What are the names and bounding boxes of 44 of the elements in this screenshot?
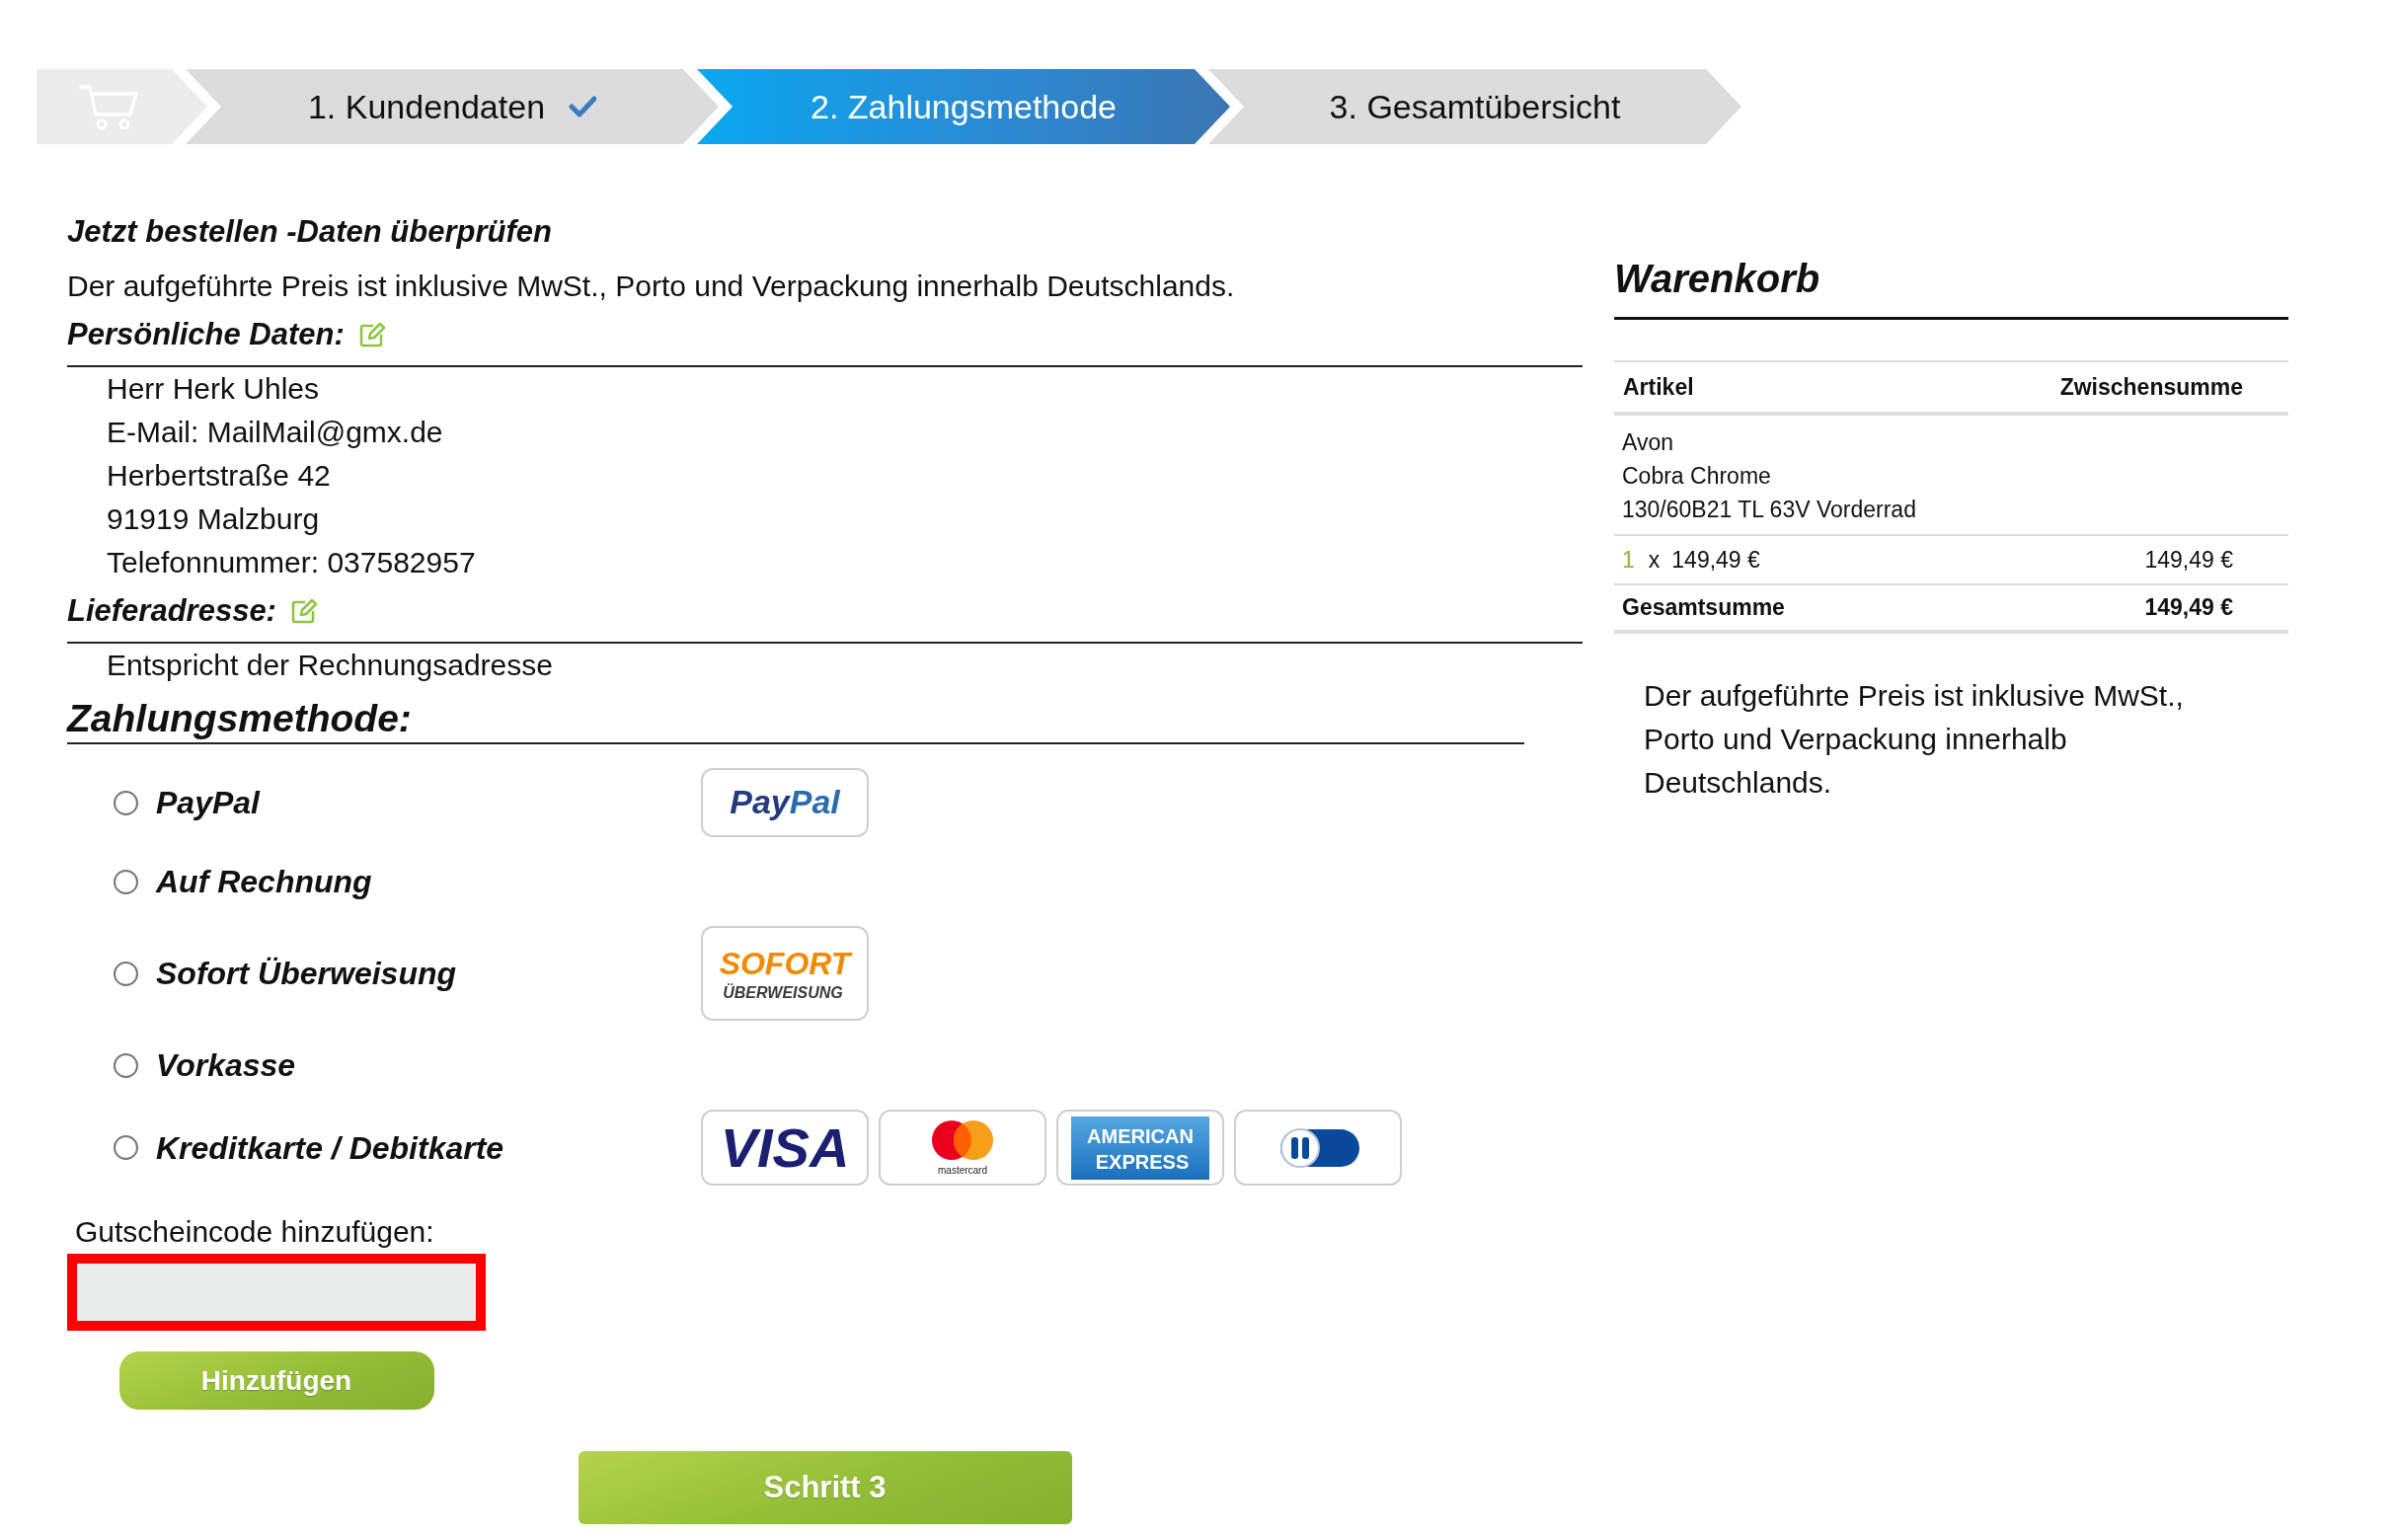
subtotal-cell: 149,49 € [1903, 535, 2288, 584]
radio-button[interactable] [114, 1135, 138, 1160]
payment-method-label[interactable]: Vorkasse [156, 1045, 296, 1085]
payment-method-label[interactable]: Auf Rechnung [156, 862, 372, 901]
radio-button[interactable] [114, 869, 138, 894]
item-name-line: Cobra Chrome [1622, 459, 1771, 493]
payment-method-label[interactable]: Kreditkarte / Debitkarte [156, 1127, 504, 1168]
item-name-line: 130/60B21 TL 63V Vorderrad [1622, 493, 1916, 526]
multiply-sign: x [1648, 546, 1661, 573]
total-label: Gesamtsumme [1614, 584, 1904, 632]
progress-step[interactable]: 1. Kundendaten [186, 69, 719, 144]
radio-button[interactable] [114, 961, 138, 986]
price-note: Der aufgeführte Preis ist inklusive MwSt., Porto und Verpackung innerhalb Deutschlands. [1644, 678, 2185, 801]
column-header: Artikel [1614, 361, 1904, 414]
radio-button[interactable] [114, 790, 138, 815]
address-line: 91919 Malzburg [107, 501, 320, 537]
address-line: Herbertstraße 42 [107, 458, 331, 494]
section-heading: Zahlungsmethode: [67, 696, 412, 741]
cart-title: Warenkorb [1614, 256, 1820, 302]
visa-logo: VISA [701, 1110, 869, 1186]
sofort-logo: SOFORT ÜBERWEISUNG [701, 926, 869, 1021]
section-heading: Lieferadresse: [67, 592, 276, 630]
address-line: Herr Herk Uhles [107, 371, 320, 407]
radio-button[interactable] [114, 1052, 138, 1078]
address-line: E-Mail: MailMail@gmx.de [107, 415, 443, 450]
progress-step[interactable]: 3. Gesamtübersicht [1208, 69, 1741, 144]
progress-step[interactable]: 2. Zahlungsmethode [697, 69, 1230, 144]
payment-method-label[interactable]: PayPal [156, 783, 260, 822]
review-title: Jetzt bestellen -Daten überprüfen [67, 213, 552, 251]
payment-method-label[interactable]: Sofort Überweisung [156, 954, 456, 993]
address-line: Telefonnummer: 037582957 [107, 545, 476, 580]
mastercard-logo: mastercard [879, 1110, 1046, 1186]
voucher-input[interactable] [67, 1254, 486, 1331]
voucher-label: Gutscheincode hinzufügen: [75, 1214, 434, 1250]
section-heading: Persönliche Daten: [67, 316, 345, 353]
item-name-line: Avon [1622, 425, 1673, 459]
item-quantity: 1 [1622, 546, 1635, 573]
amex-logo: AMERICAN EXPRESS [1056, 1110, 1224, 1186]
unit-price: 149,49 € [1671, 546, 1760, 573]
price-note: Der aufgeführte Preis ist inklusive MwSt., Porto und Verpackung innerhalb Deutschlands. [67, 269, 1235, 304]
address-line: Entspricht der Rechnungsadresse [107, 648, 553, 683]
paypal-logo: PayPal [701, 768, 869, 837]
column-header: Zwischensumme [1903, 361, 2288, 414]
total-value: 149,49 € [1903, 584, 2288, 632]
